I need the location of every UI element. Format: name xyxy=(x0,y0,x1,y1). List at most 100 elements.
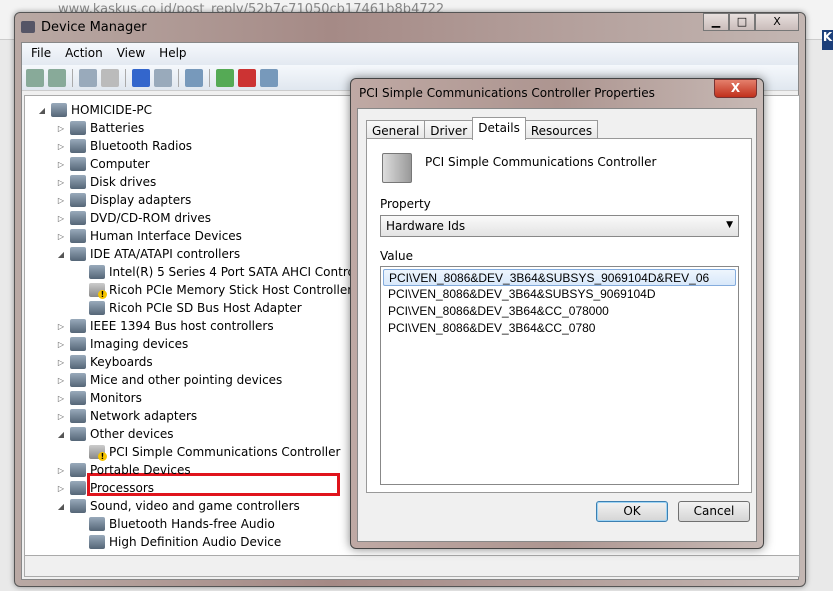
close-button[interactable]: X xyxy=(755,13,799,31)
tree-item[interactable]: ▷ Bluetooth Radios xyxy=(56,137,192,155)
tree-item[interactable]: ▷ DVD/CD-ROM drives xyxy=(56,209,211,227)
tree-item[interactable]: Bluetooth Hands-free Audio xyxy=(75,515,275,533)
show-hide-console-tree-icon[interactable] xyxy=(79,68,97,87)
tab-details[interactable]: Details xyxy=(472,117,526,140)
expander-icon[interactable]: ▷ xyxy=(56,160,66,169)
tree-item[interactable]: ▷ Imaging devices xyxy=(56,335,188,353)
expander-icon[interactable]: ▷ xyxy=(56,376,66,385)
tree-item-label: Ricoh PCIe Memory Stick Host Controller xyxy=(109,283,353,297)
device-icon xyxy=(70,121,86,135)
property-select[interactable]: Hardware Ids ▼ xyxy=(380,215,739,237)
tree-item-label: Portable Devices xyxy=(90,463,191,477)
tab-resources[interactable]: Resources xyxy=(524,120,599,140)
tab-driver[interactable]: Driver xyxy=(424,120,474,140)
expander-icon[interactable]: ▷ xyxy=(56,394,66,403)
tree-item[interactable]: Ricoh PCIe Memory Stick Host Controller xyxy=(75,281,352,299)
tree-item-label: Ricoh PCIe SD Bus Host Adapter xyxy=(109,301,302,315)
device-icon xyxy=(70,319,86,333)
kaskus-badge[interactable]: K xyxy=(822,30,833,50)
tree-item-label: Other devices xyxy=(90,427,174,441)
menu-bar: File Action View Help xyxy=(22,43,798,65)
tree-item-label: Processors xyxy=(90,481,155,495)
expander-icon[interactable]: ▷ xyxy=(56,340,66,349)
ok-button[interactable]: OK xyxy=(596,501,668,522)
expander-icon[interactable]: ▷ xyxy=(56,142,66,151)
device-icon xyxy=(70,157,86,171)
device-name: PCI Simple Communications Controller xyxy=(425,155,657,169)
menu-action[interactable]: Action xyxy=(58,43,110,65)
list-item[interactable]: PCI\VEN_8086&DEV_3B64&CC_0780 xyxy=(383,320,736,337)
tree-item-label: Disk drives xyxy=(90,175,157,189)
expander-icon[interactable]: ◢ xyxy=(56,502,66,511)
tree-item[interactable]: ▷ Human Interface Devices xyxy=(56,227,242,245)
expander-icon[interactable]: ▷ xyxy=(56,178,66,187)
device-icon xyxy=(70,337,86,351)
chevron-down-icon: ▼ xyxy=(726,220,733,230)
tree-item[interactable]: ▷ Display adapters xyxy=(56,191,191,209)
forward-icon[interactable] xyxy=(48,68,66,87)
device-icon xyxy=(89,517,105,531)
device-icon xyxy=(89,535,105,549)
menu-help[interactable]: Help xyxy=(152,43,193,65)
tree-item[interactable]: ▷ Monitors xyxy=(56,389,142,407)
status-bar xyxy=(24,555,800,577)
device-icon xyxy=(70,139,86,153)
tree-item[interactable]: ▷ Disk drives xyxy=(56,173,156,191)
tree-item[interactable]: PCI Simple Communications Controller xyxy=(75,443,340,461)
tree-item[interactable]: ▷ Network adapters xyxy=(56,407,197,425)
list-item[interactable]: PCI\VEN_8086&DEV_3B64&CC_078000 xyxy=(383,303,736,320)
expander-icon[interactable]: ▷ xyxy=(56,196,66,205)
expander-icon[interactable]: ▷ xyxy=(56,322,66,331)
properties-icon[interactable] xyxy=(101,68,119,87)
tree-item[interactable]: ▷ Keyboards xyxy=(56,353,153,371)
tree-item-label: Monitors xyxy=(90,391,142,405)
expander-icon[interactable]: ▷ xyxy=(56,412,66,421)
toolbar-separator xyxy=(125,68,126,87)
dialog-close-button[interactable]: X xyxy=(714,79,757,98)
tree-item-label: Imaging devices xyxy=(90,337,189,351)
tree-item[interactable]: ▷ Portable Devices xyxy=(56,461,191,479)
tree-item[interactable]: ▷ Computer xyxy=(56,155,150,173)
scan-hardware-icon[interactable] xyxy=(185,68,203,87)
expander-icon[interactable]: ▷ xyxy=(56,214,66,223)
tree-item-label: Network adapters xyxy=(90,409,198,423)
details-panel: PCI Simple Communications Controller Pro… xyxy=(366,138,752,493)
expander-icon[interactable]: ▷ xyxy=(56,232,66,241)
expander-icon[interactable]: ▷ xyxy=(56,484,66,493)
tree-item[interactable]: ◢ Other devices xyxy=(56,425,174,443)
action-pane-icon[interactable] xyxy=(154,68,172,87)
menu-view[interactable]: View xyxy=(110,43,152,65)
tree-item[interactable]: ▷ Processors xyxy=(56,479,154,497)
tab-general[interactable]: General xyxy=(366,120,426,140)
tree-item[interactable]: ▷ IEEE 1394 Bus host controllers xyxy=(56,317,274,335)
back-icon[interactable] xyxy=(26,68,44,87)
expander-icon[interactable]: ◢ xyxy=(56,430,66,439)
help-icon[interactable] xyxy=(132,68,150,87)
expander-icon[interactable]: ▷ xyxy=(56,358,66,367)
list-item[interactable]: PCI\VEN_8086&DEV_3B64&SUBSYS_9069104D&RE… xyxy=(383,269,736,286)
update-driver-icon[interactable] xyxy=(216,68,234,87)
tree-item-label: Computer xyxy=(90,157,150,171)
maximize-button[interactable]: □ xyxy=(729,13,755,31)
disable-icon[interactable] xyxy=(260,68,278,87)
menu-file[interactable]: File xyxy=(24,43,58,65)
tree-item[interactable]: ◢ Sound, video and game controllers xyxy=(56,497,300,515)
tree-item[interactable]: Intel(R) 5 Series 4 Port SATA AHCI Contr… xyxy=(75,263,374,281)
uninstall-icon[interactable] xyxy=(238,68,256,87)
value-list[interactable]: PCI\VEN_8086&DEV_3B64&SUBSYS_9069104D&RE… xyxy=(380,266,739,485)
expander-icon[interactable]: ◢ xyxy=(37,106,47,115)
tree-item[interactable]: ◢ IDE ATA/ATAPI controllers xyxy=(56,245,240,263)
tree-item[interactable]: High Definition Audio Device xyxy=(75,533,281,551)
tree-item[interactable]: ▷ Batteries xyxy=(56,119,144,137)
warning-device-icon xyxy=(89,445,107,461)
expander-icon[interactable]: ◢ xyxy=(56,250,66,259)
tree-item[interactable]: ▷ Mice and other pointing devices xyxy=(56,371,282,389)
expander-icon[interactable]: ▷ xyxy=(56,466,66,475)
expander-icon[interactable]: ▷ xyxy=(56,124,66,133)
cancel-button[interactable]: Cancel xyxy=(678,501,750,522)
tree-item[interactable]: ◢ HOMICIDE-PC xyxy=(37,101,152,119)
device-icon xyxy=(70,211,86,225)
list-item[interactable]: PCI\VEN_8086&DEV_3B64&SUBSYS_9069104D xyxy=(383,286,736,303)
minimize-button[interactable]: ▁ xyxy=(703,13,729,31)
tree-item[interactable]: Ricoh PCIe SD Bus Host Adapter xyxy=(75,299,302,317)
